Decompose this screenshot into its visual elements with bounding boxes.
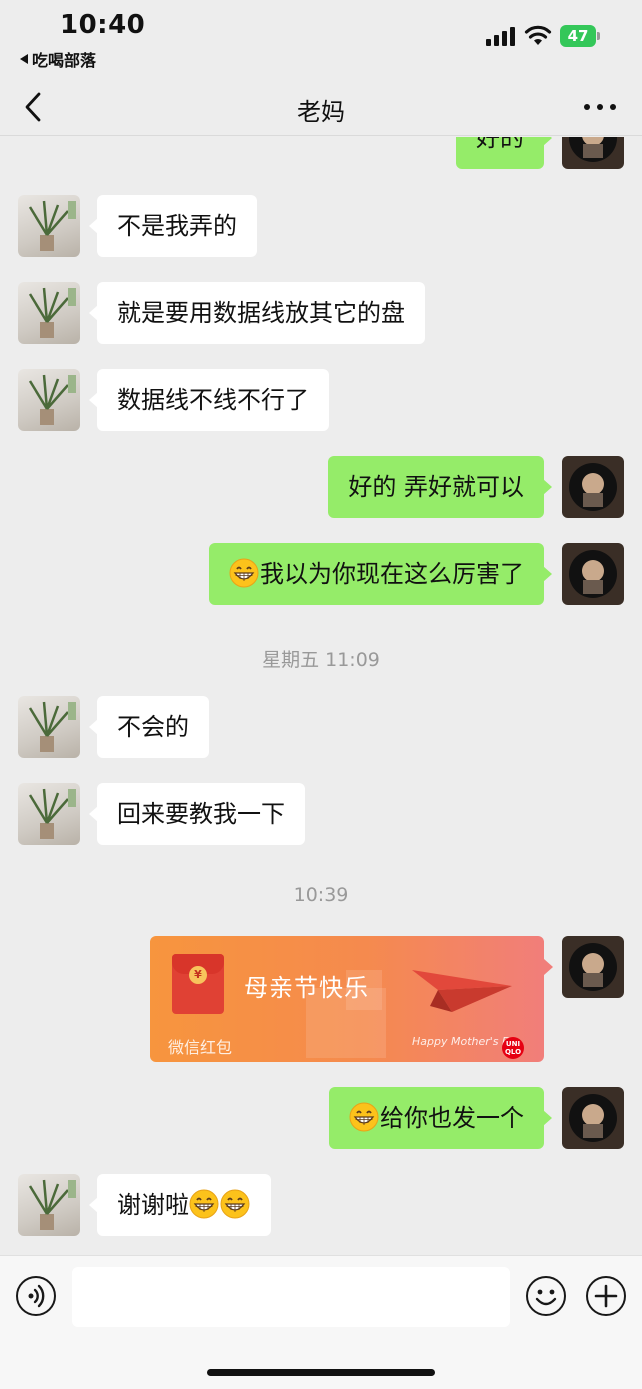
grin-emoji-icon bbox=[189, 1189, 219, 1219]
outgoing-bubble[interactable]: 我以为你现在这么厉害了 bbox=[209, 543, 552, 605]
red-packet-title: 母亲节快乐 bbox=[244, 974, 369, 1002]
battery-level: 47 bbox=[560, 25, 596, 47]
contact-avatar[interactable] bbox=[18, 696, 80, 758]
outgoing-bubble[interactable]: 给你也发一个 bbox=[329, 1087, 552, 1149]
incoming-bubble[interactable]: 不是我弄的 bbox=[89, 195, 257, 257]
red-packet-label: 微信红包 bbox=[168, 1038, 233, 1057]
back-app-label: 吃喝部落 bbox=[32, 51, 97, 70]
incoming-bubble[interactable]: 数据线不线不行了 bbox=[89, 369, 329, 431]
cellular-signal-icon bbox=[486, 26, 516, 46]
brand-logo: UNI QLO bbox=[502, 1037, 524, 1059]
chat-title: 老妈 bbox=[297, 98, 345, 126]
contact-avatar[interactable] bbox=[18, 369, 80, 431]
red-packet-card[interactable]: ¥ 母亲节快乐 微信红包 Happy Mother's Day UNI QLO bbox=[150, 936, 544, 1062]
contact-avatar[interactable] bbox=[18, 783, 80, 845]
timestamp: 星期五 11:09 bbox=[262, 649, 380, 671]
my-avatar[interactable] bbox=[562, 1087, 624, 1149]
incoming-bubble[interactable]: 就是要用数据线放其它的盘 bbox=[89, 282, 425, 344]
grin-emoji-icon bbox=[220, 1189, 250, 1219]
red-envelope-icon: ¥ bbox=[172, 954, 224, 1014]
incoming-bubble[interactable]: 回来要教我一下 bbox=[89, 783, 305, 845]
contact-avatar[interactable] bbox=[18, 195, 80, 257]
grin-emoji-icon bbox=[349, 1102, 379, 1132]
my-avatar[interactable] bbox=[562, 936, 624, 998]
contact-avatar[interactable] bbox=[18, 282, 80, 344]
battery-icon: 47 bbox=[560, 25, 600, 47]
voice-icon[interactable] bbox=[16, 1276, 56, 1316]
status-time: 10:40 bbox=[60, 10, 146, 40]
grin-emoji-icon bbox=[229, 558, 259, 588]
incoming-bubble[interactable]: 谢谢啦 bbox=[89, 1174, 271, 1236]
my-avatar[interactable] bbox=[562, 137, 624, 169]
status-bar: 10:40 吃喝部落 47 bbox=[0, 0, 642, 80]
home-indicator[interactable] bbox=[207, 1369, 435, 1376]
paper-plane-icon bbox=[412, 970, 512, 1012]
outgoing-bubble[interactable]: 好的 弄好就可以 bbox=[328, 456, 552, 518]
red-packet-brand-text: Happy Mother's Day bbox=[412, 1035, 512, 1048]
timestamp: 10:39 bbox=[293, 884, 349, 906]
my-avatar[interactable] bbox=[562, 456, 624, 518]
plus-icon[interactable] bbox=[586, 1276, 626, 1316]
message-list[interactable]: 好的 不是我弄的 就是要用数据线放其它的盘 数据线不线不行了 好的 弄好就可以 … bbox=[0, 137, 642, 1255]
message-input[interactable] bbox=[72, 1267, 510, 1327]
back-to-app-link[interactable]: 吃喝部落 bbox=[20, 47, 96, 71]
emoji-icon[interactable] bbox=[526, 1276, 566, 1316]
incoming-bubble[interactable]: 不会的 bbox=[89, 696, 209, 758]
outgoing-bubble[interactable]: 好的 bbox=[456, 137, 552, 169]
my-avatar[interactable] bbox=[562, 543, 624, 605]
chat-header: 老妈 bbox=[0, 80, 642, 136]
back-triangle-icon bbox=[20, 54, 28, 64]
more-dots-icon[interactable] bbox=[584, 102, 616, 112]
contact-avatar[interactable] bbox=[18, 1174, 80, 1236]
wifi-icon bbox=[524, 25, 552, 45]
